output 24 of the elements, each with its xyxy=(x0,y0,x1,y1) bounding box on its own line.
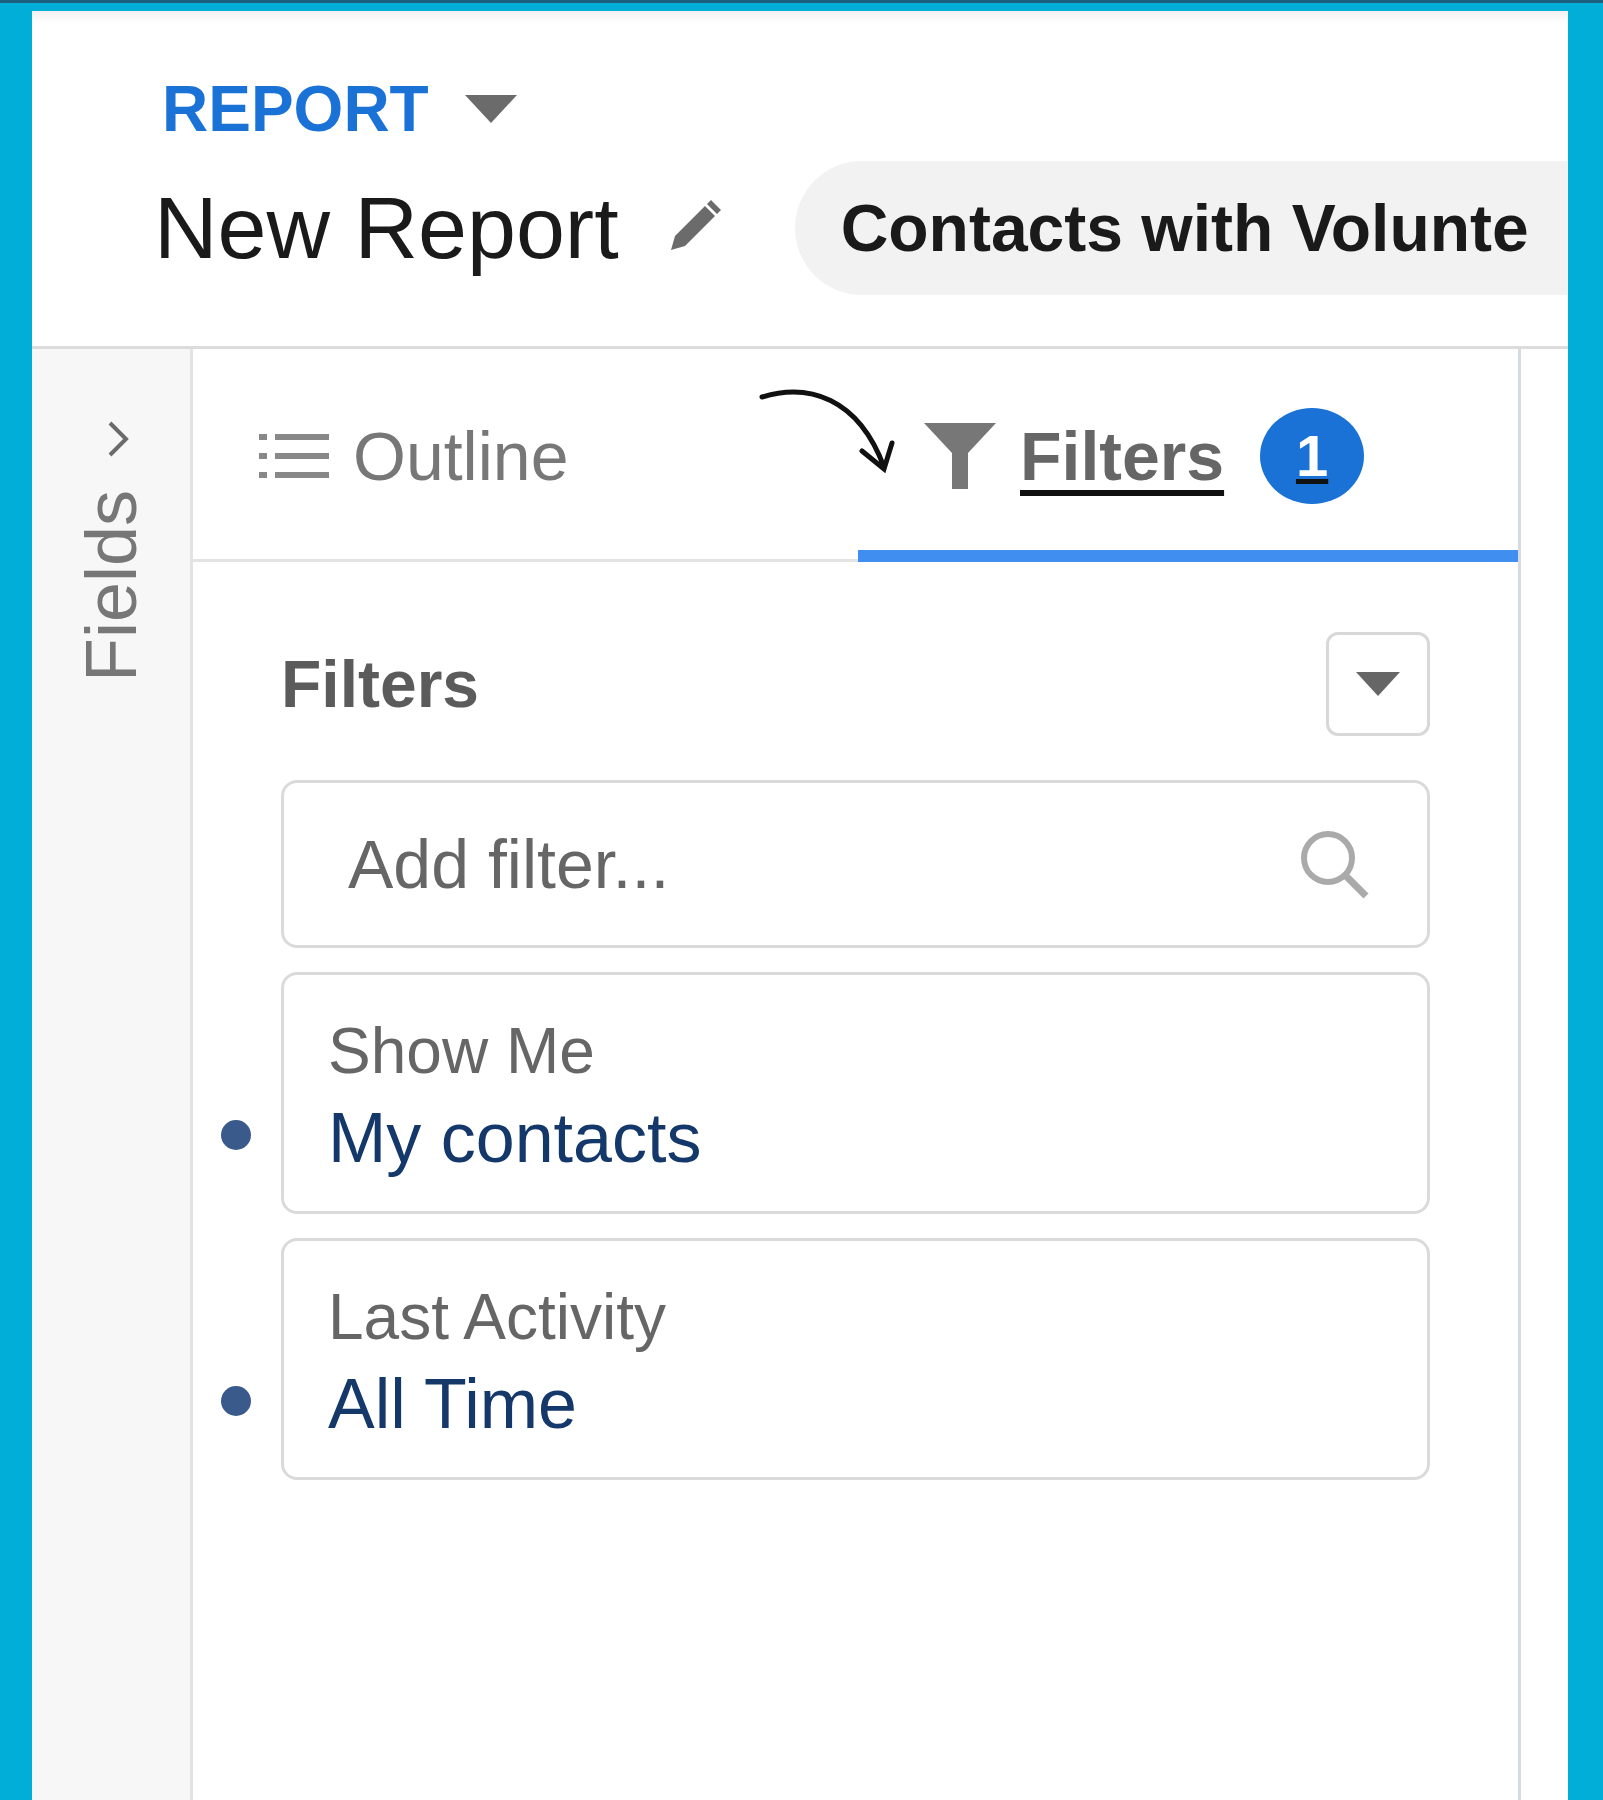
filter-card[interactable]: Show Me My contacts xyxy=(281,972,1430,1214)
bullet-dot xyxy=(221,1120,251,1150)
tab[interactable]: Outline xyxy=(193,349,858,562)
funnel-icon xyxy=(924,422,996,489)
report-title: New Report xyxy=(154,177,619,279)
caret-icon xyxy=(1356,672,1400,696)
bullet-dot xyxy=(221,1386,251,1416)
list-icon xyxy=(259,431,329,480)
filters-heading: Filters xyxy=(281,646,480,722)
report-type-pill: Contacts with Volunte xyxy=(794,161,1568,295)
filter-value: My contacts xyxy=(328,1098,703,1179)
dropdown-button[interactable] xyxy=(1326,632,1430,736)
filter-label: Last Activity xyxy=(328,1280,667,1355)
fields-sidebar[interactable]: Fields xyxy=(32,349,193,1800)
search-field[interactable]: Add filter... xyxy=(281,780,1430,948)
search-icon xyxy=(1298,828,1370,900)
filter-card[interactable]: Last Activity All Time xyxy=(281,1238,1430,1480)
caret-icon[interactable] xyxy=(464,95,517,123)
filter-label: Show Me xyxy=(328,1014,596,1089)
chevron-right-icon[interactable] xyxy=(106,419,130,459)
object-label[interactable]: REPORT xyxy=(162,71,429,147)
count-badge: 1 xyxy=(1260,407,1365,504)
fields-label: Fields xyxy=(71,489,151,683)
filter-value: All Time xyxy=(328,1364,578,1445)
